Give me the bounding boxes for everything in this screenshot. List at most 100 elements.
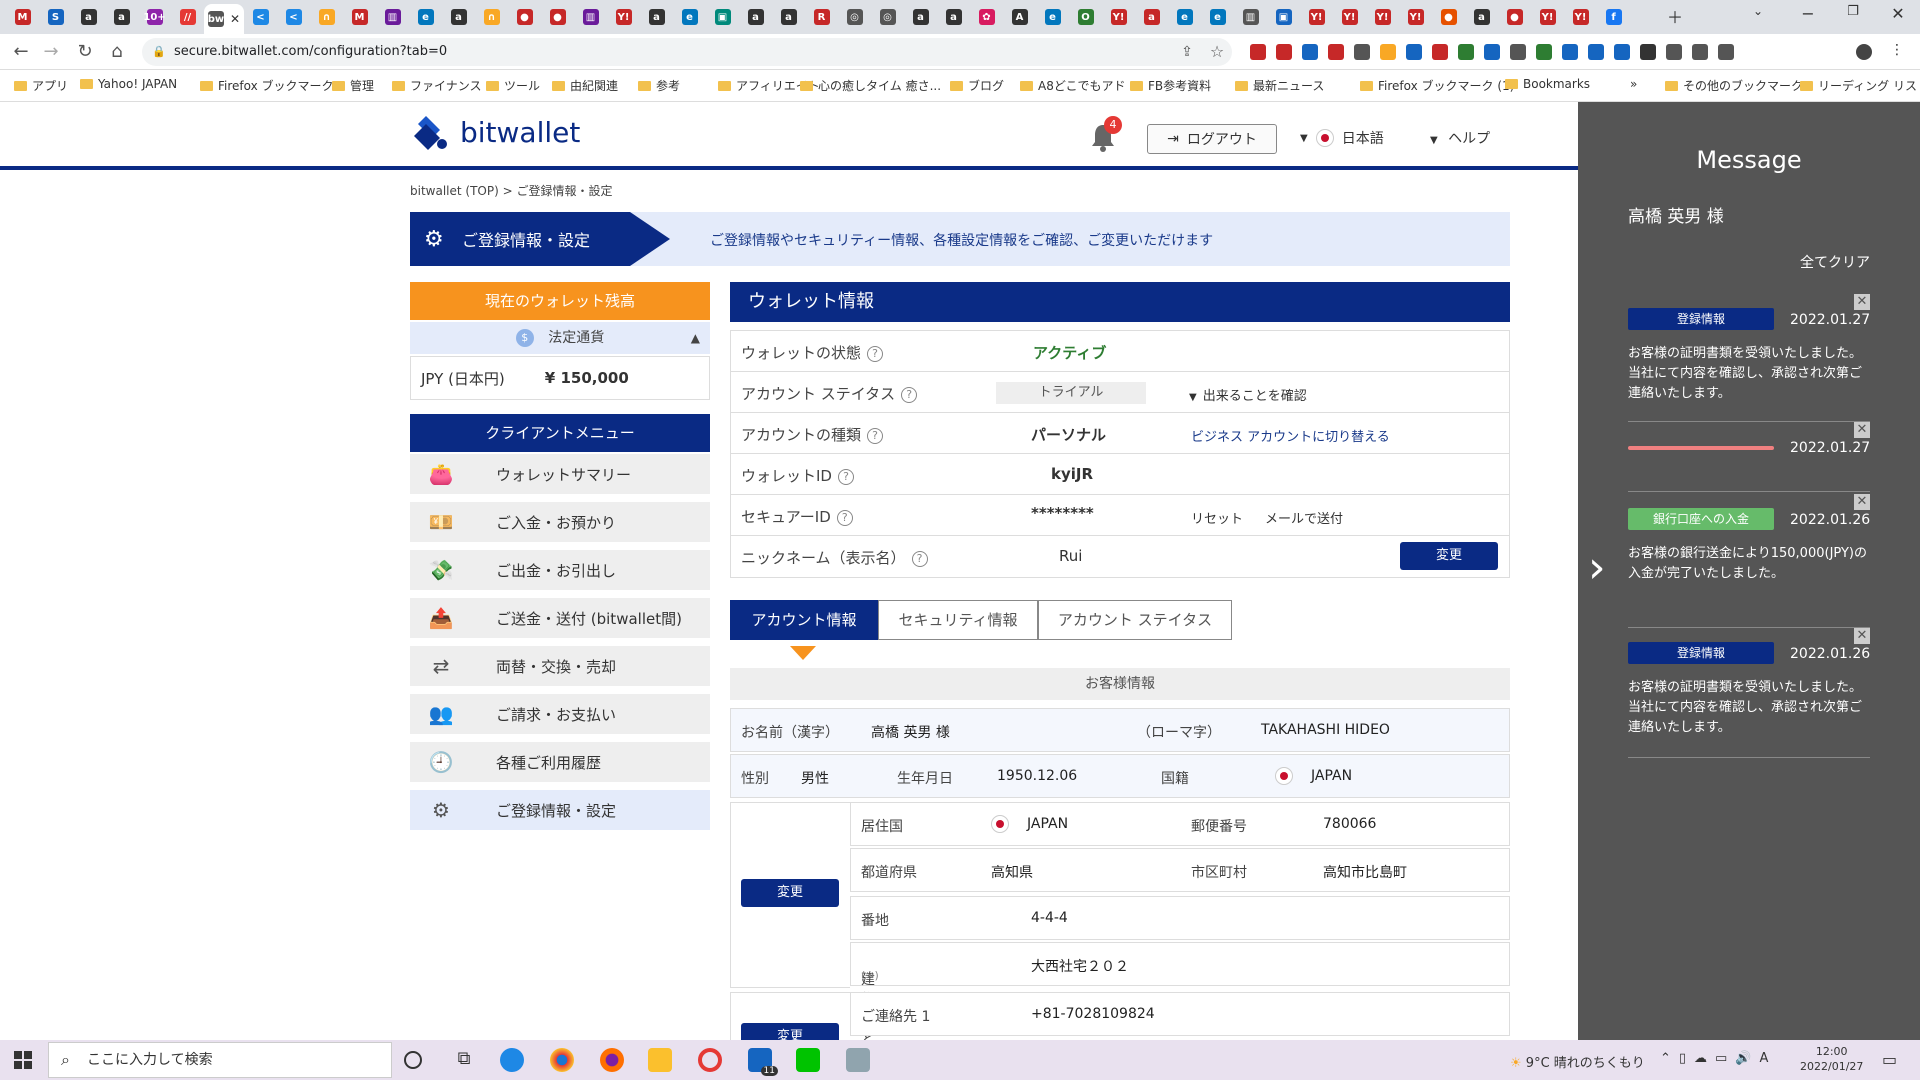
new-tab-button[interactable]: ＋ bbox=[1662, 4, 1688, 28]
tab-account-status[interactable]: アカウント ステイタス bbox=[1038, 600, 1232, 640]
extension-icon[interactable] bbox=[1588, 44, 1604, 60]
help-icon[interactable]: ? bbox=[911, 550, 928, 567]
extension-icon[interactable] bbox=[1692, 44, 1708, 60]
fiat-currency-header[interactable]: $ 法定通貨 ▲ bbox=[410, 322, 710, 354]
browser-tab[interactable]: Y! bbox=[1333, 4, 1366, 30]
client-menu-item[interactable]: 👛 ウォレットサマリー bbox=[410, 454, 710, 498]
browser-tab[interactable]: a bbox=[640, 4, 673, 30]
close-icon[interactable]: ✕ bbox=[1854, 422, 1870, 438]
close-icon[interactable]: ✕ bbox=[1854, 294, 1870, 310]
switch-business-link[interactable]: ビジネス アカウントに切り替える bbox=[1191, 426, 1390, 445]
browser-tab[interactable]: e bbox=[1201, 4, 1234, 30]
maximize-button[interactable]: ❐ bbox=[1840, 4, 1866, 19]
browser-tab[interactable]: Y! bbox=[1399, 4, 1432, 30]
task-view-icon[interactable]: ⧉ bbox=[452, 1048, 476, 1072]
email-send-link[interactable]: メールで送付 bbox=[1265, 508, 1343, 527]
url-input[interactable]: 🔒 secure.bitwallet.com/configuration?tab… bbox=[142, 38, 1232, 66]
change-contact-button[interactable]: 変更 bbox=[741, 1023, 839, 1040]
home-icon[interactable]: ⌂ bbox=[106, 41, 128, 63]
check-capabilities-link[interactable]: ▼ 出来ることを確認 bbox=[1189, 385, 1307, 404]
browser-tab[interactable]: f bbox=[1597, 4, 1630, 30]
bookmark-item[interactable]: その他のブックマーク bbox=[1665, 77, 1803, 94]
bookmark-item[interactable]: FB参考資料 bbox=[1130, 77, 1211, 94]
extension-icon[interactable] bbox=[1302, 44, 1318, 60]
browser-tab[interactable]: a bbox=[72, 4, 105, 30]
browser-tab[interactable]: a bbox=[105, 4, 138, 30]
browser-tab[interactable]: M bbox=[343, 4, 376, 30]
edge-icon[interactable] bbox=[500, 1048, 524, 1072]
mail-icon[interactable]: 11 bbox=[748, 1048, 778, 1076]
tab-security-info[interactable]: セキュリティ情報 bbox=[878, 600, 1038, 640]
notification-bell[interactable]: 4 bbox=[1088, 116, 1122, 152]
extension-icon[interactable] bbox=[1276, 44, 1292, 60]
browser-tab[interactable]: a bbox=[904, 4, 937, 30]
browser-tab[interactable]: a bbox=[1465, 4, 1498, 30]
browser-tab[interactable]: M bbox=[6, 4, 39, 30]
extension-icon[interactable] bbox=[1536, 44, 1552, 60]
browser-tab[interactable]: ◎ bbox=[871, 4, 904, 30]
browser-tab[interactable]: Y! bbox=[1300, 4, 1333, 30]
bookmark-item[interactable]: Bookmarks bbox=[1505, 77, 1590, 91]
bookmark-item[interactable]: 参考 bbox=[638, 77, 680, 94]
language-selector[interactable]: ▼ 日本語 bbox=[1300, 128, 1384, 148]
extension-icon[interactable] bbox=[1718, 44, 1734, 60]
browser-tab[interactable]: ▣ bbox=[706, 4, 739, 30]
help-icon[interactable]: ? bbox=[901, 386, 918, 403]
bookmark-item[interactable]: ブログ bbox=[950, 77, 1004, 94]
extension-icon[interactable] bbox=[1328, 44, 1344, 60]
reset-link[interactable]: リセット bbox=[1191, 508, 1243, 527]
extension-icon[interactable] bbox=[1458, 44, 1474, 60]
weather-widget[interactable]: ☀ 9°C 晴れのちくもり bbox=[1510, 1052, 1645, 1071]
browser-tab[interactable]: ● bbox=[1498, 4, 1531, 30]
client-menu-item[interactable]: 📤 ご送金・送付 (bitwallet間) bbox=[410, 598, 710, 642]
share-icon[interactable]: ⇪ bbox=[1176, 41, 1198, 63]
bookmark-item[interactable]: Firefox ブックマーク (1) bbox=[1360, 77, 1514, 94]
extension-icon[interactable] bbox=[1640, 44, 1656, 60]
message-item[interactable]: 登録情報 2022.01.27 ✕ お客様の証明書類を受領いたしました。当社にて内容を… bbox=[1628, 294, 1870, 422]
bitwallet-logo[interactable]: bitwallet bbox=[410, 114, 580, 150]
help-icon[interactable]: ? bbox=[836, 509, 853, 526]
browser-tab[interactable]: Y! bbox=[607, 4, 640, 30]
browser-tab[interactable]: e bbox=[1036, 4, 1069, 30]
bookmark-item[interactable]: A8どこでもアド bbox=[1020, 77, 1125, 94]
breadcrumb[interactable]: bitwallet (TOP) > ご登録情報・設定 bbox=[410, 182, 612, 199]
windows-start-icon[interactable] bbox=[14, 1051, 32, 1069]
close-tab-icon[interactable]: ✕ bbox=[230, 12, 240, 26]
help-menu[interactable]: ▼ ヘルプ bbox=[1430, 128, 1490, 148]
bookmark-item[interactable]: 由紀関連 bbox=[552, 77, 618, 94]
file-explorer-icon[interactable] bbox=[648, 1048, 672, 1072]
browser-tab[interactable]: ● bbox=[1432, 4, 1465, 30]
browser-tab[interactable]: a bbox=[442, 4, 475, 30]
browser-menu-icon[interactable]: ⋮ bbox=[1890, 42, 1906, 58]
line-icon[interactable] bbox=[796, 1048, 820, 1072]
browser-tab[interactable]: Y! bbox=[1366, 4, 1399, 30]
more-bookmarks-icon[interactable]: » bbox=[1630, 77, 1637, 91]
bookmark-item[interactable]: リーディング リスト bbox=[1800, 77, 1920, 94]
bookmark-item[interactable]: 心の癒しタイム 癒さ... bbox=[800, 77, 941, 94]
message-item[interactable]: 2022.01.27 ✕ bbox=[1628, 422, 1870, 492]
extension-icon[interactable] bbox=[1484, 44, 1500, 60]
browser-tab[interactable]: A bbox=[1003, 4, 1036, 30]
browser-tab[interactable]: R bbox=[805, 4, 838, 30]
browser-tab[interactable]: // bbox=[171, 4, 204, 30]
system-tray-icons[interactable]: ⌃▯☁▭🔊A bbox=[1660, 1051, 1776, 1066]
close-icon[interactable]: ✕ bbox=[1854, 628, 1870, 644]
browser-tab[interactable]: < bbox=[277, 4, 310, 30]
bookmark-star-icon[interactable]: ☆ bbox=[1206, 41, 1228, 63]
bookmark-item[interactable]: Firefox ブックマーク bbox=[200, 77, 334, 94]
browser-tab[interactable]: a bbox=[772, 4, 805, 30]
browser-tab[interactable]: ● bbox=[508, 4, 541, 30]
browser-tab[interactable]: Y! bbox=[1531, 4, 1564, 30]
browser-tab[interactable]: ▣ bbox=[1267, 4, 1300, 30]
browser-tab[interactable]: a bbox=[937, 4, 970, 30]
client-menu-item[interactable]: ⇄ 両替・交換・売却 bbox=[410, 646, 710, 690]
browser-tab[interactable]: ● bbox=[541, 4, 574, 30]
profile-avatar[interactable] bbox=[1856, 44, 1872, 60]
browser-tab[interactable]: ▥ bbox=[574, 4, 607, 30]
firefox-icon[interactable] bbox=[600, 1048, 624, 1072]
client-menu-item[interactable]: 💴 ご入金・お預かり bbox=[410, 502, 710, 546]
browser-tab[interactable]: 10+ bbox=[138, 4, 171, 30]
cortana-icon[interactable] bbox=[404, 1051, 422, 1069]
opera-icon[interactable] bbox=[698, 1048, 722, 1072]
browser-tab[interactable]: e bbox=[673, 4, 706, 30]
